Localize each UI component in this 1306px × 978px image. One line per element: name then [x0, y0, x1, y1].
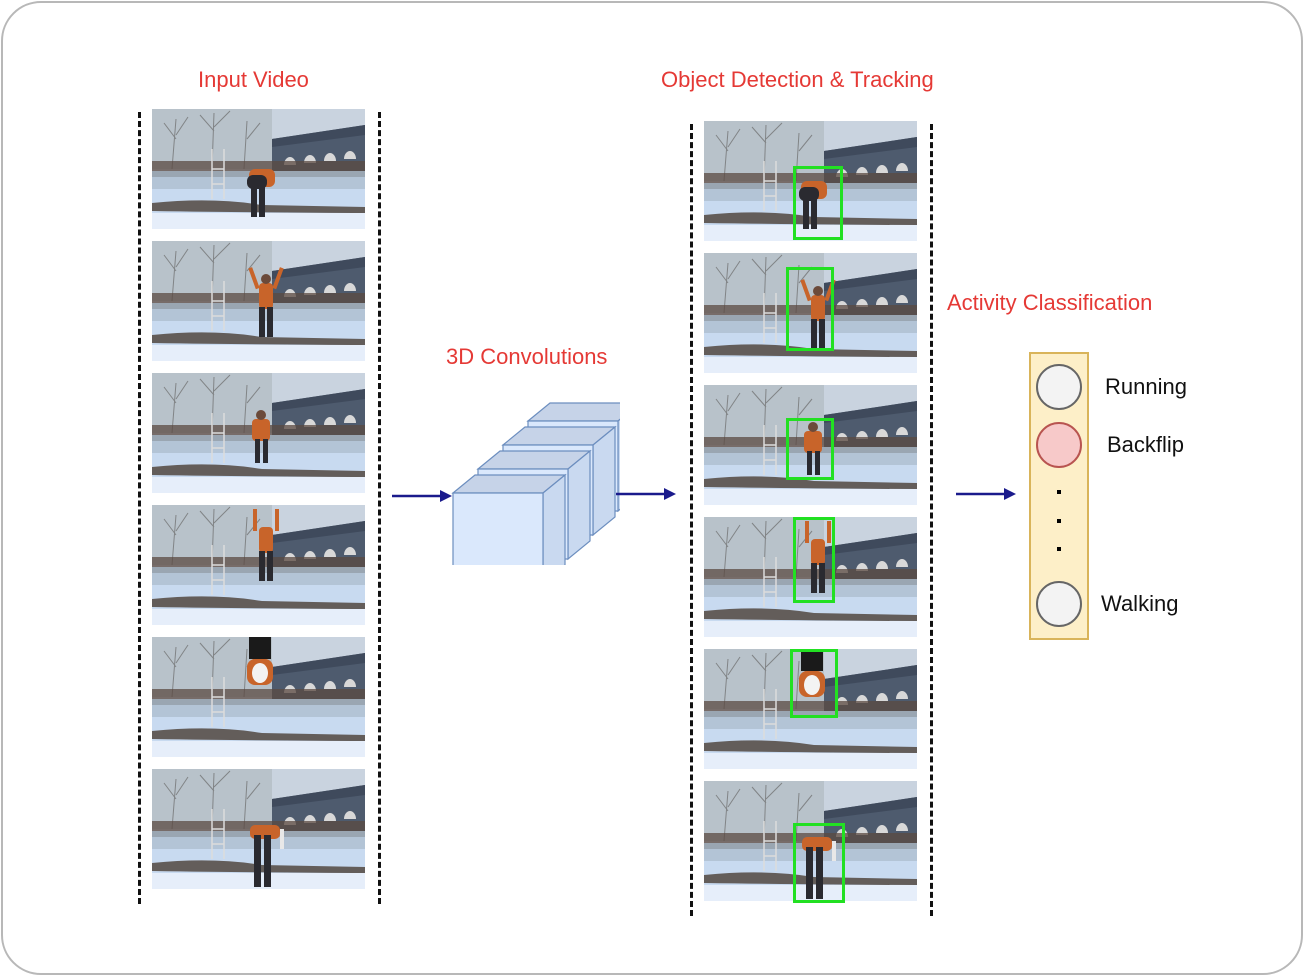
class-node-running — [1036, 364, 1082, 410]
input-video-frame — [152, 769, 365, 889]
ellipsis-dot — [1057, 490, 1061, 494]
input-video-title: Input Video — [198, 67, 309, 92]
conv3d-cubes — [451, 402, 620, 565]
class-label-backflip: Backflip — [1107, 432, 1185, 457]
ellipsis-dot — [1057, 547, 1061, 551]
input-video-frame — [152, 637, 365, 757]
input-video-frame — [152, 373, 365, 493]
class-node-walking — [1036, 581, 1082, 627]
input-strip-left-border — [138, 112, 141, 904]
arrow-conv-to-detection — [616, 488, 676, 500]
conv3d-title: 3D Convolutions — [446, 344, 608, 369]
detection-bounding-box — [790, 649, 838, 718]
detection-strip-right-border — [930, 124, 933, 916]
conv-cube-face — [452, 492, 544, 565]
class-label-running: Running — [1105, 374, 1187, 399]
class-node-backflip — [1036, 422, 1082, 468]
detection-bounding-box — [786, 418, 834, 480]
detection-bounding-box — [786, 267, 834, 351]
classification-title: Activity Classification — [947, 290, 1153, 315]
class-label-walking: Walking — [1101, 591, 1179, 616]
input-video-frame — [152, 109, 365, 229]
conv-cube-face — [526, 402, 620, 422]
input-video-frame — [152, 241, 365, 361]
detection-title: Object Detection & Tracking — [661, 67, 934, 92]
detection-strip-left-border — [690, 124, 693, 916]
conv-cube-face — [567, 449, 591, 561]
detection-bounding-box — [793, 517, 835, 603]
arrow-input-to-conv — [392, 490, 452, 502]
detection-bounding-box — [793, 166, 843, 240]
input-strip-right-border — [378, 112, 381, 904]
input-video-frame — [152, 505, 365, 625]
conv-cube-face — [592, 425, 616, 537]
arrow-detection-to-classification — [956, 488, 1016, 500]
detection-bounding-box — [793, 823, 845, 903]
ellipsis-dot — [1057, 519, 1061, 523]
